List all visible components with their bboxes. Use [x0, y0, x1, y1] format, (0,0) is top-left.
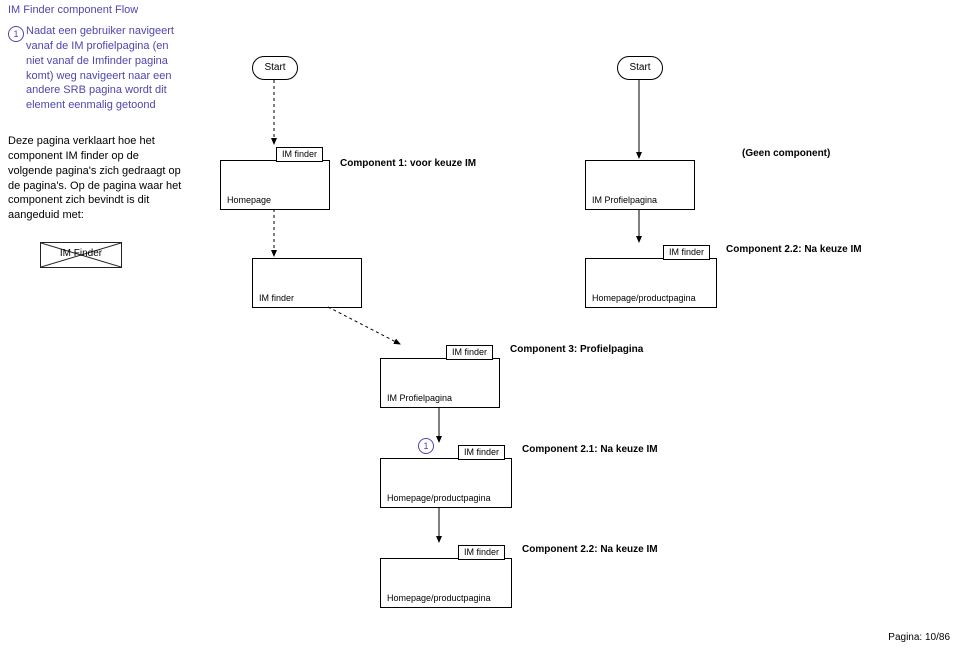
box-homeprod-3: IM finder Homepage/productpagina	[380, 558, 512, 608]
tab-homeprod-1: IM finder	[663, 245, 710, 260]
box-homepage: IM finder Homepage	[220, 160, 330, 210]
box-imfinder-left: IM finder	[252, 258, 362, 308]
box-homeprod-2: IM finder Homepage/productpagina	[380, 458, 512, 508]
box-homeprod-3-label: Homepage/productpagina	[387, 593, 491, 603]
box-profiel-2: IM finder IM Profielpagina	[380, 358, 500, 408]
box-imfinder-left-label: IM finder	[259, 293, 294, 303]
note-badge: 1	[8, 26, 24, 42]
tab-profiel-2: IM finder	[446, 345, 493, 360]
label-c22: Component 2.2: Na keuze IM	[726, 244, 862, 255]
start-left: Start	[252, 56, 298, 80]
badge-c21: 1	[418, 438, 434, 454]
label-c22-b: Component 2.2: Na keuze IM	[522, 544, 658, 555]
label-c3: Component 3: Profielpagina	[510, 344, 643, 355]
page-title: IM Finder component Flow	[8, 4, 138, 16]
box-homepage-label: Homepage	[227, 195, 271, 205]
label-none: (Geen component)	[742, 148, 830, 159]
page-footer: Pagina: 10/86	[888, 632, 950, 643]
label-c21: Component 2.1: Na keuze IM	[522, 444, 658, 455]
imfinder-symbol: IM Finder	[40, 242, 122, 268]
start-right: Start	[617, 56, 663, 80]
box-profiel-2-label: IM Profielpagina	[387, 393, 452, 403]
box-profiel-1-label: IM Profielpagina	[592, 195, 657, 205]
box-homeprod-2-label: Homepage/productpagina	[387, 493, 491, 503]
tab-homepage: IM finder	[276, 147, 323, 162]
imfinder-symbol-label: IM Finder	[41, 248, 121, 259]
box-homeprod-1-label: Homepage/productpagina	[592, 293, 696, 303]
tab-homeprod-3: IM finder	[458, 545, 505, 560]
note-paragraph-2: Deze pagina verklaart hoe het component …	[8, 134, 186, 223]
box-homeprod-1: IM finder Homepage/productpagina	[585, 258, 717, 308]
label-c1: Component 1: voor keuze IM	[340, 158, 476, 169]
box-profiel-1: IM Profielpagina	[585, 160, 695, 210]
note-paragraph-1: Nadat een gebruiker navigeert vanaf de I…	[26, 24, 186, 113]
tab-homeprod-2: IM finder	[458, 445, 505, 460]
